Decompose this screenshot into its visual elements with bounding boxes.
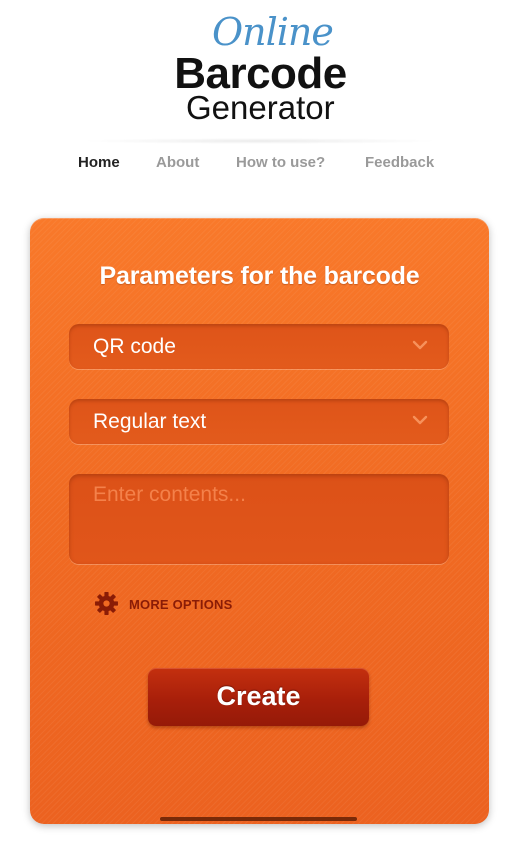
site-logo[interactable]: Online Barcode Generator <box>0 0 521 130</box>
content-type-value: Regular text <box>93 410 207 433</box>
contents-placeholder: Enter contents... <box>93 483 246 506</box>
nav-item-how-to-use[interactable]: How to use? <box>236 154 325 171</box>
barcode-type-select[interactable]: QR code <box>69 324 449 369</box>
main-nav: Home About How to use? Feedback <box>60 138 460 186</box>
gear-icon <box>95 592 118 615</box>
more-options-label: MORE OPTIONS <box>129 597 233 612</box>
logo-online-text: Online <box>212 10 334 54</box>
chevron-down-icon <box>412 340 428 350</box>
nav-item-about[interactable]: About <box>156 154 199 171</box>
nav-divider <box>80 138 440 144</box>
panel-bottom-bar <box>160 817 357 821</box>
create-button[interactable]: Create <box>148 668 369 726</box>
content-type-select[interactable]: Regular text <box>69 399 449 444</box>
create-button-label: Create <box>216 681 301 711</box>
contents-textarea[interactable]: Enter contents... <box>69 474 449 564</box>
panel-title: Parameters for the barcode <box>99 262 420 290</box>
nav-item-home[interactable]: Home <box>78 154 120 171</box>
nav-item-feedback[interactable]: Feedback <box>365 154 434 171</box>
logo-generator-text: Generator <box>186 89 335 126</box>
chevron-down-icon <box>412 415 428 425</box>
barcode-parameters-panel: Parameters for the barcode QR code Regul… <box>30 218 489 824</box>
barcode-type-value: QR code <box>93 335 176 358</box>
